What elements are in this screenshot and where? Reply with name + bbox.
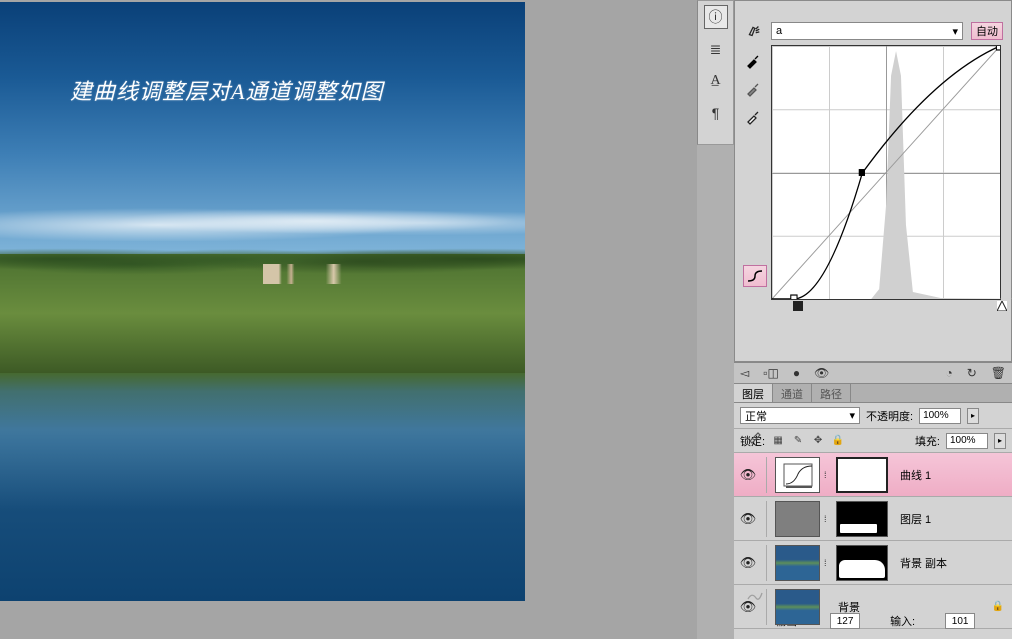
layer-thumb[interactable] — [775, 545, 820, 581]
curves-tools — [743, 45, 771, 607]
input-label: 输入: — [890, 613, 915, 629]
layer-thumb[interactable] — [775, 501, 820, 537]
curve-line — [772, 46, 1000, 299]
layer-mask-thumb[interactable] — [836, 457, 888, 493]
finger-tool-icon[interactable] — [743, 21, 763, 41]
image-water — [0, 373, 525, 601]
curves-panel: a ▾ 自动 — [734, 0, 1012, 362]
eyedropper-gray-icon[interactable] — [743, 79, 763, 99]
type-toolbar: ⓘ ≣ A̲ ¶ — [697, 0, 734, 145]
info-icon[interactable]: ⓘ — [704, 5, 728, 29]
paragraph-icon[interactable]: ≣ — [704, 37, 728, 61]
curve-smooth-icon[interactable] — [743, 585, 767, 607]
document-image[interactable]: 建曲线调整层对A通道调整如图 — [0, 2, 525, 601]
slider-black-handle[interactable] — [793, 301, 803, 311]
curve-graph[interactable] — [771, 45, 1001, 300]
input-input[interactable] — [945, 613, 975, 629]
output-input[interactable] — [830, 613, 860, 629]
curve-mode-smooth-icon[interactable] — [743, 265, 767, 287]
eyedropper-black-icon[interactable] — [743, 51, 763, 71]
channel-value: a — [776, 25, 782, 37]
channel-select[interactable]: a ▾ — [771, 22, 963, 40]
panels-dock: a ▾ 自动 — [734, 0, 1012, 639]
canvas-area: 建曲线调整层对A通道调整如图 — [0, 0, 697, 639]
auto-button[interactable]: 自动 — [971, 22, 1003, 40]
adjustment-thumb[interactable] — [775, 457, 820, 493]
curve-mode-pencil-icon[interactable] — [743, 425, 767, 447]
overlay-caption: 建曲线调整层对A通道调整如图 — [70, 74, 383, 106]
layer-thumb[interactable] — [775, 589, 820, 625]
slider-white-handle[interactable] — [997, 301, 1007, 311]
layer-mask-thumb[interactable] — [836, 501, 888, 537]
chevron-down-icon: ▾ — [952, 25, 958, 38]
layer-mask-thumb[interactable] — [836, 545, 888, 581]
image-land — [0, 254, 525, 374]
eyedropper-white-icon[interactable] — [743, 107, 763, 127]
input-slider[interactable] — [771, 301, 1007, 311]
text-icon[interactable]: A̲ — [704, 69, 728, 93]
image-sky — [0, 2, 525, 254]
pilcrow-icon[interactable]: ¶ — [704, 101, 728, 125]
